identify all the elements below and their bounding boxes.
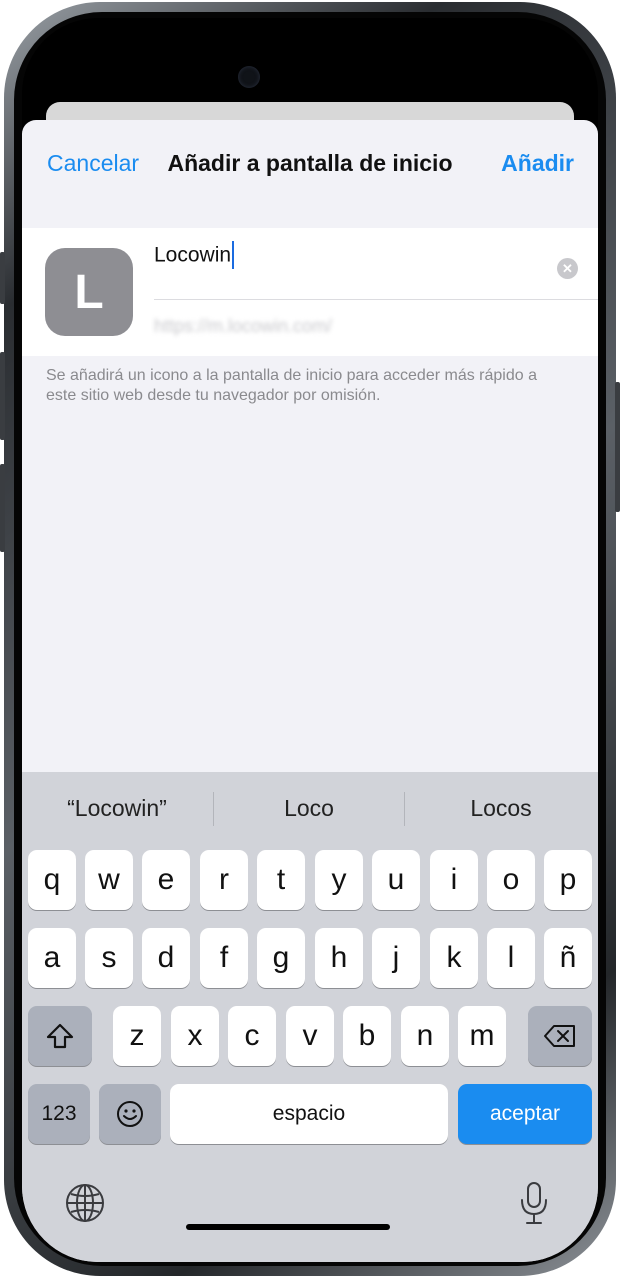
key-w[interactable]: w [85,850,133,910]
key-m[interactable]: m [458,1006,506,1066]
key-x[interactable]: x [171,1006,219,1066]
key-n[interactable]: n [401,1006,449,1066]
key-l[interactable]: l [487,928,535,988]
key-o[interactable]: o [487,850,535,910]
return-key[interactable]: aceptar [458,1084,592,1144]
key-s[interactable]: s [85,928,133,988]
action-button [0,252,5,304]
key-d[interactable]: d [142,928,190,988]
name-input[interactable]: Locowin [154,241,235,270]
key-p[interactable]: p [544,850,592,910]
text-cursor [232,241,235,269]
suggestion-1[interactable]: “Locowin” [22,788,212,828]
key-y[interactable]: y [315,850,363,910]
power-button [615,382,620,512]
shift-icon [46,1023,74,1049]
key-i[interactable]: i [430,850,478,910]
home-indicator[interactable] [186,1224,390,1230]
volume-down-button [0,464,5,552]
suggestion-separator [404,792,405,826]
name-input-value: Locowin [154,243,232,267]
cancel-button[interactable]: Cancelar [47,150,139,177]
bookmark-card: L Locowin ✕ https://m.locowin.com/ [22,228,598,356]
url-text: https://m.locowin.com/ [154,316,333,336]
keyboard: “Locowin” Loco Locos q w e r t y u i o p… [22,772,598,1262]
emoji-icon [117,1101,143,1127]
delete-key[interactable] [528,1006,592,1066]
dictation-key[interactable] [518,1180,550,1231]
key-k[interactable]: k [430,928,478,988]
key-b[interactable]: b [343,1006,391,1066]
emoji-key[interactable] [99,1084,161,1144]
key-j[interactable]: j [372,928,420,988]
key-f[interactable]: f [200,928,248,988]
clear-text-icon[interactable]: ✕ [557,258,578,279]
globe-icon [66,1184,104,1222]
microphone-icon [521,1182,547,1224]
key-v[interactable]: v [286,1006,334,1066]
nav-bar: Añadir a pantalla de inicio Cancelar Aña… [22,120,598,204]
key-a[interactable]: a [28,928,76,988]
add-button[interactable]: Añadir [501,150,574,177]
suggestion-3[interactable]: Locos [406,788,596,828]
key-t[interactable]: t [257,850,305,910]
numbers-key[interactable]: 123 [28,1084,90,1144]
key-z[interactable]: z [113,1006,161,1066]
shift-key[interactable] [28,1006,92,1066]
app-icon-preview: L [45,248,133,336]
key-g[interactable]: g [257,928,305,988]
key-r[interactable]: r [200,850,248,910]
key-u[interactable]: u [372,850,420,910]
globe-key[interactable] [64,1182,106,1229]
suggestion-2[interactable]: Loco [214,788,404,828]
screen: Añadir a pantalla de inicio Cancelar Aña… [22,18,598,1262]
key-q[interactable]: q [28,850,76,910]
space-key[interactable]: espacio [170,1084,448,1144]
backspace-icon [544,1025,575,1047]
field-divider [154,299,598,300]
key-n-tilde[interactable]: ñ [544,928,592,988]
key-e[interactable]: e [142,850,190,910]
camera [238,66,260,88]
help-text: Se añadirá un icono a la pantalla de ini… [46,367,537,404]
key-h[interactable]: h [315,928,363,988]
volume-up-button [0,352,5,440]
key-c[interactable]: c [228,1006,276,1066]
